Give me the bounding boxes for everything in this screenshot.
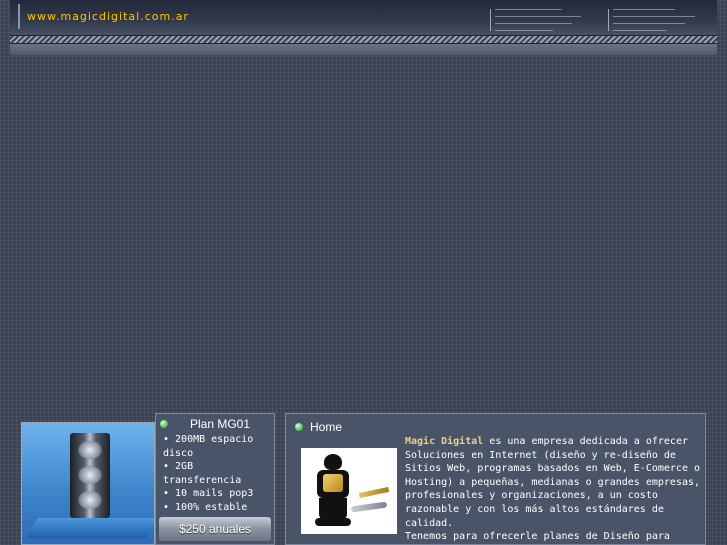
plan-panel: Plan MG01 • 200MB espacio disco • 2GB tr…	[155, 413, 275, 545]
brand-name: Magic Digital	[405, 436, 484, 447]
plan-title-row: Plan MG01	[156, 416, 274, 432]
plan-title: Plan MG01	[190, 417, 251, 431]
plan-price-button[interactable]: $250 anuales	[159, 517, 271, 541]
server-icon	[70, 433, 110, 518]
home-title-row: Home	[286, 419, 342, 435]
wrench-icon	[358, 486, 390, 499]
site-header: www.magicdigital.com.ar	[10, 0, 717, 55]
plan-feature-item: • 2GB transferencia	[163, 461, 242, 486]
home-panel: Home Magic Digital es una empresa dedica…	[285, 413, 706, 545]
green-dot-icon	[295, 423, 303, 431]
plan-feature-item: • 10 mails pop3	[163, 488, 254, 500]
server-product-image	[21, 422, 155, 545]
home-description: Magic Digital es una empresa dedicada a …	[405, 435, 700, 545]
plan-feature-item: • 100% estable	[163, 501, 248, 513]
home-second-text: Tenemos para ofrecerle planes de Diseño …	[405, 531, 670, 545]
header-decorative-text-block	[490, 9, 591, 31]
header-divider	[18, 4, 20, 29]
server-base	[26, 518, 154, 538]
plan-features-list: • 200MB espacio disco • 2GB transferenci…	[163, 433, 271, 515]
screwdriver-icon	[350, 501, 388, 513]
header-decorative-text-block	[608, 9, 709, 31]
header-stripe-band	[10, 35, 717, 44]
robot-tools-image	[301, 448, 397, 534]
home-title: Home	[310, 420, 343, 434]
green-dot-icon	[160, 420, 168, 428]
header-bottom-bar	[10, 44, 717, 55]
site-url[interactable]: www.magicdigital.com.ar	[27, 10, 189, 23]
plan-feature-item: • 200MB espacio disco	[163, 434, 254, 459]
home-intro-text: es una empresa dedicada a ofrecer Soluci…	[405, 436, 701, 529]
